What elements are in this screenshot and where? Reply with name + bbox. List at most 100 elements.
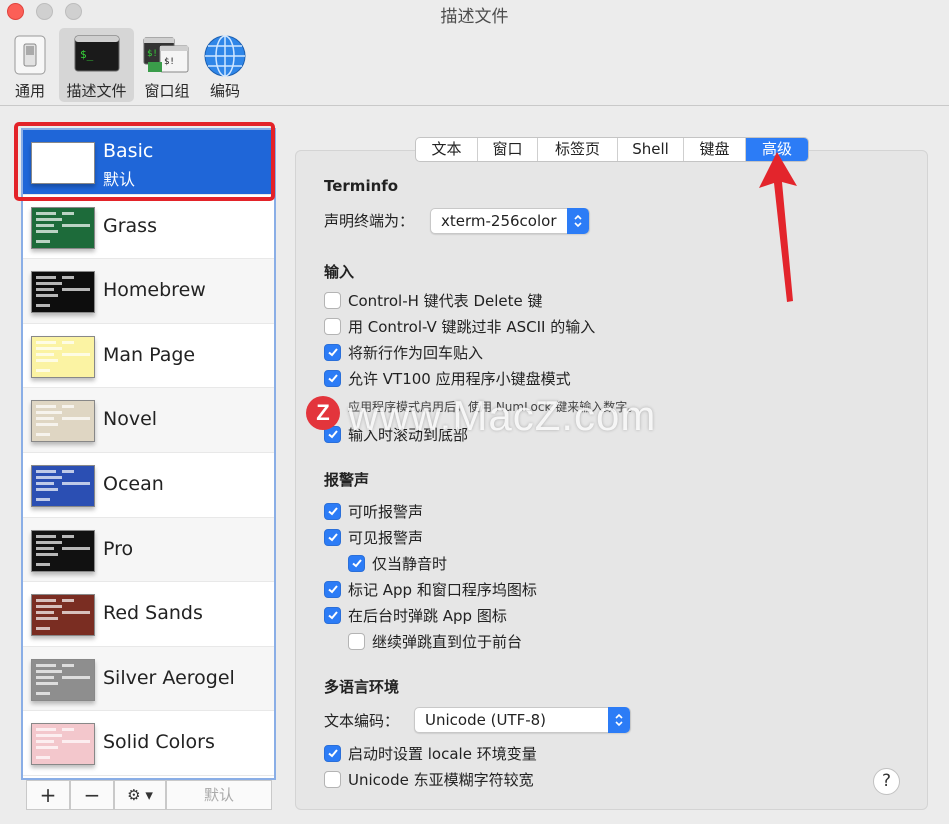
checkbox-checked-icon[interactable] <box>324 744 341 762</box>
profile-thumbnail <box>31 594 95 637</box>
window-group-icon: $! $! <box>143 37 189 73</box>
tab-text[interactable]: 文本 <box>416 138 478 161</box>
checkbox-label: 在后台时弹跳 App 图标 <box>348 606 507 625</box>
terminal-icon: $_ <box>74 35 120 72</box>
profile-item[interactable]: Man Page <box>23 323 274 389</box>
profile-thumbnail <box>31 400 95 443</box>
checkbox-option[interactable]: 继续弹跳直到位于前台 <box>348 631 522 651</box>
switch-icon <box>14 35 46 75</box>
terminal-type-value: xterm-256color <box>441 212 557 230</box>
profile-thumbnail <box>31 658 95 701</box>
tab-tabs[interactable]: 标签页 <box>538 138 618 161</box>
checkbox-option[interactable]: 可见报警声 <box>324 527 423 547</box>
checkbox-unchecked-icon[interactable] <box>324 770 341 788</box>
checkbox-checked-icon[interactable] <box>324 606 341 624</box>
profile-item[interactable]: Ocean <box>23 452 274 518</box>
profile-list[interactable]: Basic 默认 Grass Homebrew Man Page Novel Ocean Pr… <box>21 128 276 780</box>
profile-item[interactable]: Silver Aerogel <box>23 646 274 712</box>
terminfo-row: 声明终端为： <box>324 210 414 230</box>
profile-name: Man Page <box>103 343 196 366</box>
input-header: 输入 <box>324 263 355 281</box>
checkbox-label: 可听报警声 <box>348 502 424 521</box>
checkbox-checked-icon[interactable] <box>324 502 341 520</box>
remove-profile-button[interactable]: − <box>70 780 114 810</box>
checkbox-checked-icon[interactable] <box>348 554 365 572</box>
watermark-logo: Z <box>306 396 340 430</box>
checkbox-label: Control-H 键代表 Delete 键 <box>348 291 543 310</box>
red-arrow-annotation <box>759 152 797 302</box>
checkbox-label: 可见报警声 <box>348 528 424 547</box>
profile-thumbnail <box>31 723 95 766</box>
profile-name: Pro <box>103 537 134 560</box>
profile-list-controls: + − ⚙ ▾ 默认 <box>26 780 272 810</box>
profile-thumbnail <box>31 206 95 249</box>
svg-text:$!: $! <box>147 49 158 59</box>
profile-name: Silver Aerogel <box>103 666 235 689</box>
add-profile-button[interactable]: + <box>26 780 70 810</box>
checkbox-option[interactable]: Control-H 键代表 Delete 键 <box>324 290 543 310</box>
toolbar-profiles-button[interactable]: $_ 描述文件 <box>59 28 134 102</box>
toolbar-general-button[interactable]: 通用 <box>4 28 56 102</box>
updown-chevron-icon <box>608 707 630 733</box>
profile-name: Solid Colors <box>103 731 215 754</box>
checkbox-checked-icon[interactable] <box>324 369 341 387</box>
checkbox-checked-icon[interactable] <box>324 343 341 361</box>
highlight-annotation-box <box>14 122 275 201</box>
checkbox-label: 继续弹跳直到位于前台 <box>372 632 523 651</box>
checkbox-option[interactable]: 将新行作为回车贴入 <box>324 342 483 362</box>
profile-item[interactable]: Novel <box>23 388 274 453</box>
globe-icon <box>204 35 246 77</box>
bell-header: 报警声 <box>324 471 370 489</box>
profile-item[interactable]: Pro <box>23 517 274 583</box>
checkbox-option[interactable]: 仅当静音时 <box>348 553 447 573</box>
checkbox-option[interactable]: 可听报警声 <box>324 501 423 521</box>
title-bar: 描述文件 <box>0 0 949 28</box>
profile-name: Grass <box>103 214 157 237</box>
profile-name: Ocean <box>103 472 164 495</box>
declare-terminal-label: 声明终端为： <box>324 211 415 230</box>
profile-item[interactable]: Red Sands <box>23 582 274 647</box>
profile-thumbnail <box>31 271 95 314</box>
window-title: 描述文件 <box>440 7 509 27</box>
profile-name: Homebrew <box>103 279 206 302</box>
tab-window[interactable]: 窗口 <box>478 138 538 161</box>
profile-item[interactable]: Grass <box>23 194 274 260</box>
checkbox-unchecked-icon[interactable] <box>348 632 365 650</box>
checkbox-unchecked-icon[interactable] <box>324 317 341 335</box>
checkbox-option[interactable]: 用 Control-V 键跳过非 ASCII 的输入 <box>324 316 595 336</box>
terminal-type-select[interactable]: xterm-256color <box>430 208 590 234</box>
checkbox-checked-icon[interactable] <box>324 580 341 598</box>
checkbox-label: 将新行作为回车贴入 <box>348 343 484 362</box>
profile-thumbnail <box>31 529 95 572</box>
svg-text:$!: $! <box>164 57 175 67</box>
checkbox-option[interactable]: Unicode 东亚模糊字符较宽 <box>324 769 534 789</box>
toolbar-window-groups-button[interactable]: $! $! 窗口组 <box>138 28 196 102</box>
profile-thumbnail <box>31 335 95 378</box>
checkbox-checked-icon[interactable] <box>324 528 341 546</box>
text-encoding-select[interactable]: Unicode (UTF-8) <box>414 707 631 733</box>
tab-keyboard[interactable]: 键盘 <box>684 138 746 161</box>
checkbox-label: 允许 VT100 应用程序小键盘模式 <box>348 369 571 388</box>
toolbar: 通用 $_ 描述文件 $! $! 窗口组 编码 <box>0 28 949 106</box>
checkbox-option[interactable]: 允许 VT100 应用程序小键盘模式 <box>324 368 571 388</box>
checkbox-label: 启动时设置 locale 环境变量 <box>348 744 537 763</box>
set-default-button[interactable]: 默认 <box>166 780 272 810</box>
checkbox-option[interactable]: 在后台时弹跳 App 图标 <box>324 605 507 625</box>
checkbox-option[interactable]: 启动时设置 locale 环境变量 <box>324 743 537 763</box>
profile-thumbnail <box>31 464 95 507</box>
tab-shell[interactable]: Shell <box>618 138 684 161</box>
checkbox-unchecked-icon[interactable] <box>324 291 341 309</box>
text-encoding-value: Unicode (UTF-8) <box>425 711 547 729</box>
gear-menu-button[interactable]: ⚙ ▾ <box>114 780 166 810</box>
encoding-row: 文本编码： <box>324 710 399 730</box>
checkbox-label: 用 Control-V 键跳过非 ASCII 的输入 <box>348 317 596 336</box>
toolbar-encoding-button[interactable]: 编码 <box>199 28 251 102</box>
terminfo-header: Terminfo <box>324 177 399 195</box>
watermark-text: www.MacZ.com <box>348 392 657 439</box>
profile-name: Red Sands <box>103 602 203 625</box>
intl-header: 多语言环境 <box>324 678 400 696</box>
checkbox-option[interactable]: 标记 App 和窗口程序坞图标 <box>324 579 537 599</box>
profile-item[interactable]: Homebrew <box>23 259 274 324</box>
profile-item[interactable]: Solid Colors <box>23 711 274 776</box>
help-button[interactable]: ? <box>873 768 900 795</box>
